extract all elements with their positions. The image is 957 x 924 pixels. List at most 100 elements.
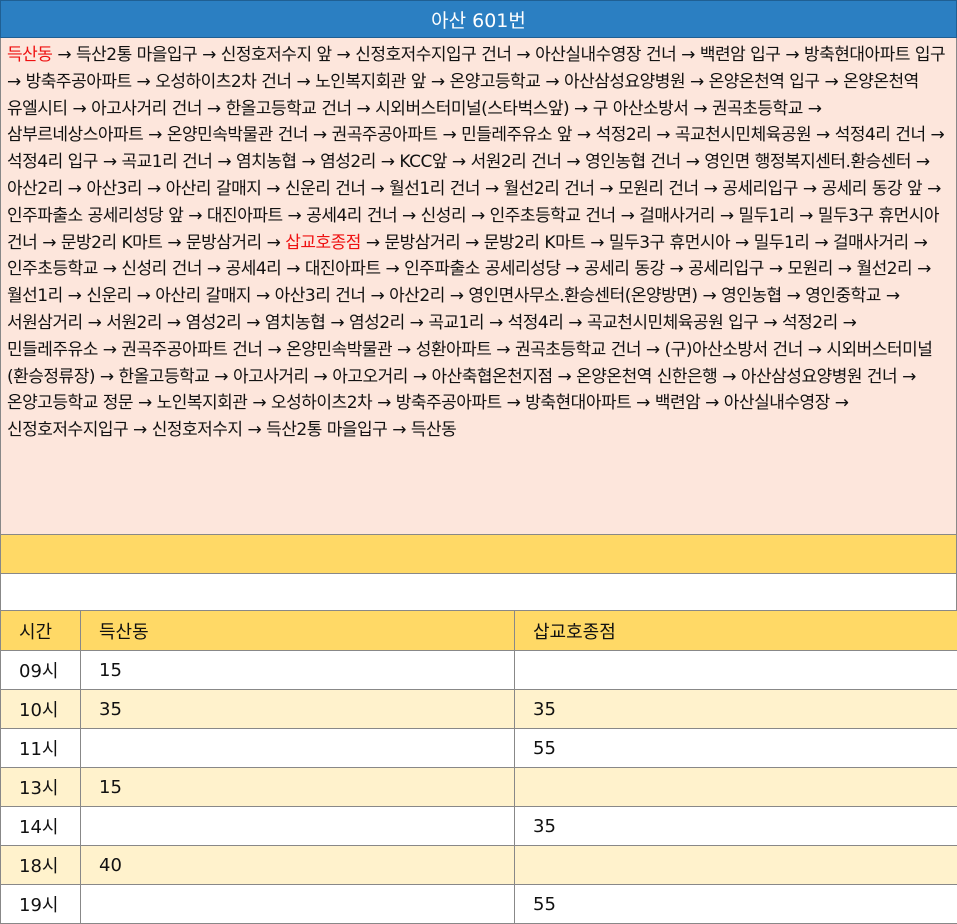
cell-sapgyoho-minute [515,651,957,690]
route-arrow: → [266,179,280,199]
route-arrow: → [824,72,838,92]
section-divider [0,534,957,574]
route-arrow: → [137,72,151,92]
cell-time: 11시 [1,729,81,768]
route-arrow: → [931,125,945,145]
route-stop: 밀두1리 [754,233,810,253]
route-stop: 방축현대아파트 입구 [804,45,945,65]
route-arrow: → [656,125,670,145]
route-stop: 공세리 동강 [584,259,665,279]
route-arrow: → [452,152,466,172]
route-arrow: → [337,45,351,65]
route-arrow: → [370,286,384,306]
route-title: 아산 601번 [431,6,526,33]
route-arrow: → [137,286,151,306]
route-arrow: → [167,233,181,253]
cell-sapgyoho-minute: 55 [515,885,957,924]
route-stop: 노인복지회관 앞 [315,72,426,92]
route-stop: 문방2리 K마트 [61,233,163,253]
route-arrow: → [566,152,580,172]
timetable-header-row: 시간 득산동 삽교호종점 [1,611,957,651]
route-stop: 신정호저수지 [152,420,243,440]
route-stop: 오성하이츠2차 건너 [155,72,291,92]
route-stop: 아산리 갈매지 [155,286,251,306]
route-stop: 아산2리 [7,179,63,199]
cell-deuksan-minute: 35 [81,690,515,729]
route-document: 아산 601번 득산동 → 득산2통 마을입구 → 신정호저수지 앞 → 신정호… [0,0,957,924]
route-arrow: → [838,259,852,279]
route-stop: 곡교천시민체육공원 [675,125,811,145]
route-arrow: → [100,367,114,387]
route-stop: 월선2리 건너 [504,179,595,199]
route-arrow: → [590,233,604,253]
route-stop: 문방2리 K마트 [484,233,586,253]
route-arrow: → [574,99,588,119]
route-arrow: → [785,45,799,65]
route-arrow: → [902,367,916,387]
route-stop: 곡교1리 건너 [121,152,212,172]
route-arrow: → [330,313,344,333]
route-stop: 신정호저수지입구 건너 [355,45,511,65]
route-arrow: → [68,179,82,199]
route-stop: 신성리 건너 [121,259,202,279]
route-arrow: → [489,313,503,333]
route-stop: 방축주공아파트 [26,72,132,92]
route-arrow: → [138,393,152,413]
route-arrow: → [471,206,485,226]
route-arrow: → [68,286,82,306]
route-stop: 대진아파트 [207,206,283,226]
route-arrow: → [207,99,221,119]
route-stop: 인주파출소 공세리성당 [404,259,560,279]
route-stop: 염치농협 [265,313,326,333]
route-stop: 구 아산소방서 [593,99,689,119]
route-stop: 걸매사거리 [833,233,909,253]
route-stop: 인주파출소 공세리성당 앞 [7,206,183,226]
route-stop: 신정호저수지입구 [7,420,128,440]
route-arrow: → [267,233,281,253]
header-departure-deuksan: 득산동 [81,611,515,651]
cell-time: 10시 [1,690,81,729]
route-arrow: → [558,367,572,387]
route-stop: 밀두1리 [739,206,795,226]
route-arrow: → [57,45,71,65]
route-arrow: → [386,259,400,279]
route-arrow: → [246,313,260,333]
route-stop: 석정2리 [782,313,838,333]
route-stop: 서원2리 [106,313,162,333]
cell-deuksan-minute: 40 [81,846,515,885]
route-stop: 신정호저수지 앞 [221,45,332,65]
route-stop: 아고사거리 [233,367,309,387]
route-arrow: → [565,259,579,279]
timetable-row: 09시15 [1,651,957,690]
route-stop: 삼부르네상스아파트 [7,125,143,145]
route-arrow: → [686,152,700,172]
route-arrow: → [636,393,650,413]
route-stop: 월선1리 건너 [389,179,480,199]
route-arrow: → [927,179,941,199]
route-arrow: → [267,340,281,360]
route-arrow: → [301,152,315,172]
timetable: 시간 득산동 삽교호종점 09시1510시353511시5513시1514시35… [0,610,957,924]
cell-deuksan-minute: 15 [81,651,515,690]
route-stop: 영인중학교 [805,286,881,306]
route-arrow: → [133,420,147,440]
route-stop: 방축주공아파트 [396,393,502,413]
route-stop: 민들레주유소 [7,340,98,360]
route-stop: 온양온천역 신한은행 [576,367,717,387]
route-stop-terminal: 삽교호종점 [285,233,361,253]
cell-time: 18시 [1,846,81,885]
route-stop: 백련암 [655,393,700,413]
route-arrow: → [147,179,161,199]
route-stop: (구)아산소방서 건너 [665,340,803,360]
route-arrow: → [702,286,716,306]
route-arrow: → [366,233,380,253]
route-stop: 곡교천시민체육공원 입구 [587,313,758,333]
route-stop: 염성2리 [320,152,376,172]
route-stop: 방축현대아파트 [525,393,631,413]
cell-time: 19시 [1,885,81,924]
route-arrow: → [410,313,424,333]
route-arrow: → [202,45,216,65]
route-arrow: → [568,313,582,333]
route-arrow: → [799,206,813,226]
route-stop: 온양민속박물관 [286,340,392,360]
